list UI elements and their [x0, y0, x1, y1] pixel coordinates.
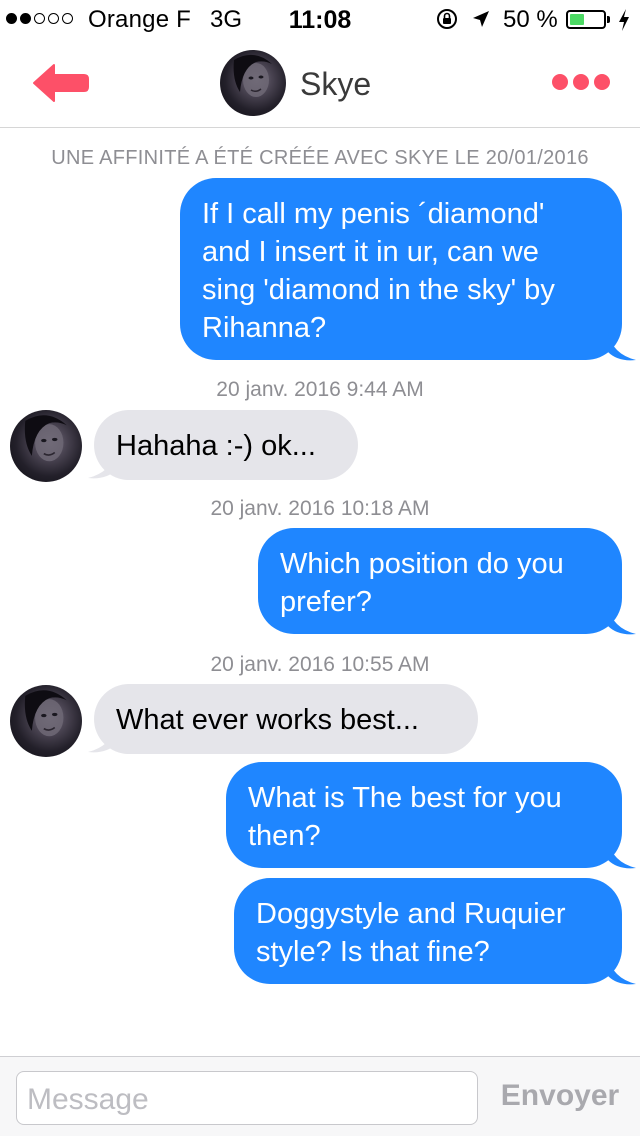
- match-notice: UNE AFFINITÉ A ÉTÉ CRÉÉE AVEC SKYE LE 20…: [51, 147, 589, 169]
- message-input[interactable]: [16, 1071, 478, 1125]
- status-bar: Orange F 3G 11:08 50 %: [0, 0, 640, 40]
- contact-avatar[interactable]: [10, 410, 82, 482]
- message-text: If I call my penis ´diamond' and I inser…: [202, 198, 555, 344]
- contact-avatar[interactable]: [10, 685, 82, 757]
- message-timestamp: 20 janv. 2016 9:44 AM: [216, 378, 424, 401]
- outgoing-message-bubble[interactable]: Doggystyle and Ruquier style? Is that fi…: [234, 878, 622, 984]
- more-dot: [552, 74, 568, 90]
- message-text: What ever works best...: [116, 704, 419, 736]
- outgoing-message-bubble[interactable]: If I call my penis ´diamond' and I inser…: [180, 178, 622, 360]
- battery-nub: [607, 16, 610, 23]
- send-button[interactable]: Envoyer: [492, 1079, 628, 1113]
- avatar-photo: [24, 415, 67, 462]
- outgoing-message-bubble[interactable]: Which position do you prefer?: [258, 528, 622, 634]
- message-text: Doggystyle and Ruquier style? Is that fi…: [256, 898, 566, 968]
- back-arrow-icon[interactable]: [30, 60, 90, 106]
- incoming-message-bubble[interactable]: What ever works best...: [94, 684, 478, 754]
- more-dot: [573, 74, 589, 90]
- more-dots-icon[interactable]: [552, 70, 610, 94]
- incoming-message-bubble[interactable]: Hahaha :-) ok...: [94, 410, 358, 480]
- bubble-tail: [608, 840, 636, 869]
- location-arrow-icon: [473, 11, 489, 27]
- message-timestamp: 20 janv. 2016 10:18 AM: [210, 497, 430, 520]
- bubble-tail: [608, 332, 636, 361]
- avatar-photo: [233, 54, 272, 97]
- battery-fill: [570, 14, 584, 25]
- avatar-photo: [24, 690, 67, 737]
- battery-percent: 50 %: [503, 6, 558, 33]
- more-dot: [594, 74, 610, 90]
- battery-icon: [566, 10, 606, 29]
- contact-name[interactable]: Skye: [300, 66, 371, 103]
- outgoing-message-bubble[interactable]: What is The best for you then?: [226, 762, 622, 868]
- nav-bar: Skye: [0, 40, 640, 128]
- contact-avatar[interactable]: [220, 50, 286, 116]
- message-text: Which position do you prefer?: [280, 548, 564, 618]
- message-text: Hahaha :-) ok...: [116, 430, 316, 462]
- bubble-tail: [608, 606, 636, 635]
- chat-screen: Orange F 3G 11:08 50 % Skye UNE AFFINITÉ…: [0, 0, 640, 1136]
- message-text: What is The best for you then?: [248, 782, 562, 852]
- composer-bar: Envoyer: [0, 1056, 640, 1136]
- message-timestamp: 20 janv. 2016 10:55 AM: [210, 653, 430, 676]
- charging-bolt-icon: [619, 9, 629, 31]
- rotation-lock-icon: [437, 9, 457, 29]
- bubble-tail: [608, 956, 636, 985]
